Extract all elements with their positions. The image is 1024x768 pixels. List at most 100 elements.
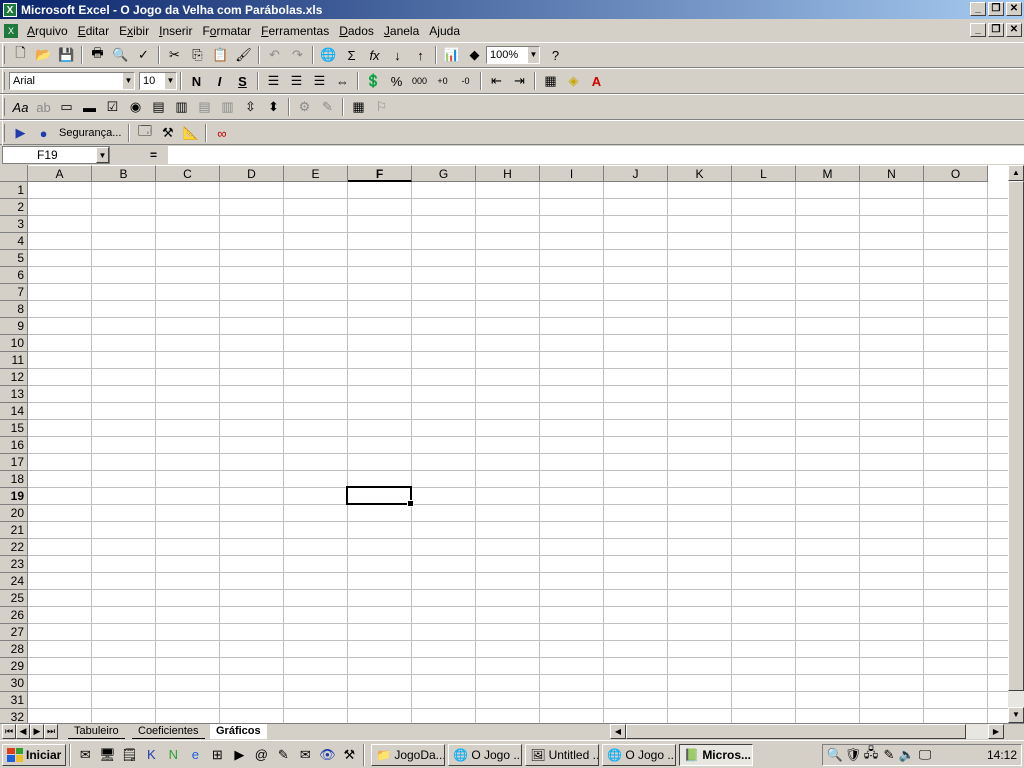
font-size-select[interactable]: 10 ▼ — [139, 72, 177, 90]
start-button[interactable]: Iniciar — [2, 743, 67, 766]
design-mode-icon[interactable]: 📐 — [179, 122, 202, 144]
percent-button[interactable]: % — [385, 70, 408, 92]
row-header[interactable]: 24 — [0, 573, 28, 590]
chevron-down-icon[interactable]: ▼ — [164, 73, 176, 89]
font-select[interactable]: Arial ▼ — [9, 72, 135, 90]
scroll-right-icon[interactable]: ▶ — [988, 724, 1004, 739]
column-header[interactable]: H — [476, 165, 540, 182]
tool-icon[interactable]: ⚒ — [338, 744, 360, 766]
column-header[interactable]: J — [604, 165, 668, 182]
menu-formatar[interactable]: Formatar — [197, 24, 256, 38]
row-header[interactable]: 9 — [0, 318, 28, 335]
function-icon[interactable]: fx — [363, 44, 386, 66]
column-header[interactable]: E — [284, 165, 348, 182]
doc-restore-button[interactable]: ❐ — [988, 23, 1004, 37]
scroll-down-icon[interactable]: ▼ — [1008, 707, 1024, 723]
monitor-icon[interactable]: 🖵 — [917, 744, 933, 766]
menu-ajuda[interactable]: Ajuda — [424, 24, 465, 38]
doc-minimize-button[interactable]: _ — [970, 23, 986, 37]
row-header[interactable]: 19 — [0, 488, 28, 505]
sheet-tab[interactable]: Tabuleiro — [68, 724, 125, 739]
column-header[interactable]: M — [796, 165, 860, 182]
shield-icon[interactable]: 🛡 — [845, 744, 862, 766]
row-header[interactable]: 10 — [0, 335, 28, 352]
fill-color-icon[interactable]: ◈ — [562, 70, 585, 92]
next-sheet-icon[interactable]: ▶ — [30, 724, 44, 739]
row-header[interactable]: 1 — [0, 182, 28, 199]
align-right-icon[interactable]: ☰ — [308, 70, 331, 92]
column-header[interactable]: D — [220, 165, 284, 182]
paste-icon[interactable]: 📋 — [209, 44, 232, 66]
row-header[interactable]: 12 — [0, 369, 28, 386]
autosum-icon[interactable]: Σ — [340, 44, 363, 66]
row-header[interactable]: 27 — [0, 624, 28, 641]
search-icon[interactable]: 🔍 — [827, 744, 843, 766]
column-header[interactable]: O — [924, 165, 988, 182]
row-header[interactable]: 28 — [0, 641, 28, 658]
menu-dados[interactable]: Dados — [334, 24, 379, 38]
spelling-icon[interactable]: ✓ — [132, 44, 155, 66]
increase-indent-icon[interactable]: ⇥ — [508, 70, 531, 92]
print-icon[interactable]: 🖶 — [86, 44, 109, 66]
decrease-indent-icon[interactable]: ⇤ — [485, 70, 508, 92]
app-at-icon[interactable]: @ — [250, 744, 272, 766]
excel-app-icon[interactable]: X — [3, 2, 17, 17]
name-box[interactable]: F19 ▼ — [2, 146, 110, 164]
row-header[interactable]: 14 — [0, 403, 28, 420]
outlook-icon[interactable]: ✉ — [74, 744, 96, 766]
combo-box-icon[interactable]: ▥ — [170, 96, 193, 118]
menu-inserir[interactable]: Inserir — [154, 24, 197, 38]
row-header[interactable]: 8 — [0, 301, 28, 318]
button-icon[interactable]: ▬ — [78, 96, 101, 118]
control-toolbox-icon[interactable]: ⚒ — [156, 122, 179, 144]
restore-button[interactable]: ❐ — [988, 2, 1004, 16]
notepad-icon[interactable]: 🗒 — [118, 744, 140, 766]
row-header[interactable]: 7 — [0, 284, 28, 301]
borders-icon[interactable]: ▦ — [539, 70, 562, 92]
menu-janela[interactable]: Janela — [379, 24, 424, 38]
label-icon[interactable]: Aa — [9, 96, 32, 118]
option-button-icon[interactable]: ◉ — [124, 96, 147, 118]
spinner-icon[interactable]: ⬍ — [262, 96, 285, 118]
row-header[interactable]: 16 — [0, 437, 28, 454]
row-header[interactable]: 3 — [0, 216, 28, 233]
column-header[interactable]: F — [348, 165, 412, 182]
control-properties-icon[interactable]: ⚙ — [293, 96, 316, 118]
row-header[interactable]: 23 — [0, 556, 28, 573]
select-all-corner[interactable] — [0, 165, 28, 182]
close-button[interactable]: ✕ — [1006, 2, 1022, 16]
row-header[interactable]: 26 — [0, 607, 28, 624]
menu-ferramentas[interactable]: Ferramentas — [256, 24, 334, 38]
column-header[interactable]: K — [668, 165, 732, 182]
first-sheet-icon[interactable]: ⏮ — [2, 724, 16, 739]
media-player-icon[interactable]: ▶ — [228, 744, 250, 766]
thousands-button[interactable]: 000 — [408, 70, 431, 92]
row-header[interactable]: 11 — [0, 352, 28, 369]
record-macro-icon[interactable]: ● — [32, 122, 55, 144]
horizontal-scrollbar[interactable]: ◀ ▶ — [610, 724, 1004, 739]
list-box-icon[interactable]: ▤ — [147, 96, 170, 118]
row-header[interactable]: 29 — [0, 658, 28, 675]
format-painter-icon[interactable]: 🖌 — [232, 44, 255, 66]
equals-icon[interactable]: = — [150, 148, 157, 162]
row-header[interactable]: 25 — [0, 590, 28, 607]
column-header[interactable]: G — [412, 165, 476, 182]
row-header[interactable]: 32 — [0, 709, 28, 723]
script-editor-icon[interactable]: ∞ — [210, 122, 233, 144]
font-color-icon[interactable]: A — [585, 70, 608, 92]
column-header[interactable]: I — [540, 165, 604, 182]
undo-icon[interactable]: ↶ — [263, 44, 286, 66]
merge-center-icon[interactable]: ⇔ — [331, 70, 354, 92]
group-box-icon[interactable]: ▭ — [55, 96, 78, 118]
menu-exibir[interactable]: Exibir — [114, 24, 154, 38]
cell-grid[interactable] — [28, 182, 1008, 723]
italic-button[interactable]: I — [208, 70, 231, 92]
minimize-button[interactable]: _ — [970, 2, 986, 16]
column-header[interactable]: C — [156, 165, 220, 182]
prev-sheet-icon[interactable]: ◀ — [16, 724, 30, 739]
taskbar-button[interactable]: 🌐 O Jogo ... — [602, 743, 677, 766]
row-header[interactable]: 5 — [0, 250, 28, 267]
drawing-icon[interactable]: ◆ — [463, 44, 486, 66]
internet-explorer-icon[interactable]: e — [184, 744, 206, 766]
row-header[interactable]: 6 — [0, 267, 28, 284]
